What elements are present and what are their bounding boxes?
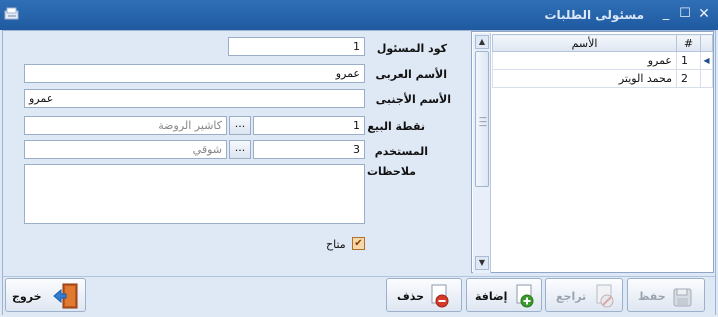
window-title: مسئولى الطلبات	[544, 8, 644, 22]
row-indicator-header	[700, 34, 713, 52]
undo-button[interactable]: تراجع	[545, 278, 623, 312]
row-indicator	[700, 69, 713, 88]
row-number: 2	[676, 69, 701, 88]
add-label: إضافة	[475, 290, 508, 303]
user-code-field[interactable]: 3	[253, 140, 365, 159]
code-field[interactable]: 1	[228, 37, 365, 56]
notes-label: ملاحظات	[367, 165, 416, 178]
foreign-name-label: الأسم الأجنبى	[375, 93, 451, 106]
foreign-name-field[interactable]: عمرو	[24, 89, 365, 108]
pos-label: نقطة البيع	[367, 120, 425, 133]
arabic-name-label: الأسم العربى	[375, 68, 447, 81]
column-header-name[interactable]: الأسم	[492, 34, 677, 52]
available-label: متاح	[326, 238, 346, 251]
delete-label: حذف	[397, 290, 425, 303]
save-label: حفظ	[638, 290, 666, 303]
minimize-button[interactable]: _	[659, 7, 673, 21]
scroll-up-icon[interactable]: ▲	[475, 35, 489, 49]
delete-button[interactable]: حذف	[386, 278, 462, 312]
column-header-number[interactable]: #	[676, 34, 701, 52]
row-selected-icon: ◀	[700, 51, 713, 70]
pos-name-field: كاشير الروضة	[24, 116, 227, 135]
add-button[interactable]: إضافة	[466, 278, 542, 312]
grid-scrollbar[interactable]: ▲ — — — ▼	[473, 33, 491, 273]
close-button[interactable]: ✕	[697, 7, 711, 21]
table-row[interactable]: ◀ 1 عمرو	[492, 51, 713, 70]
scroll-thumb[interactable]: — — —	[475, 51, 489, 187]
undo-label: تراجع	[556, 290, 587, 303]
row-name: عمرو	[492, 51, 677, 70]
code-label: كود المسئول	[376, 42, 447, 55]
exit-label: خروج	[12, 290, 42, 303]
user-label: المستخدم	[374, 145, 428, 158]
save-button[interactable]: حفظ	[627, 278, 705, 312]
table-row[interactable]: 2 محمد الويتر	[492, 69, 713, 88]
arabic-name-field[interactable]: عمرو	[24, 64, 365, 83]
user-browse-button[interactable]: ...	[229, 140, 251, 159]
records-table: # الأسم ◀ 1 عمرو 2 محمد الويتر	[492, 34, 713, 88]
app-icon	[4, 7, 19, 20]
maximize-button[interactable]: ☐	[678, 7, 692, 21]
delete-icon	[431, 284, 449, 308]
save-icon	[673, 288, 692, 307]
pos-code-field[interactable]: 1	[253, 116, 365, 135]
exit-door-icon	[53, 283, 78, 309]
pos-browse-button[interactable]: ...	[229, 116, 251, 135]
available-checkbox[interactable]: ✔	[352, 237, 365, 250]
records-grid[interactable]: ▲ — — — ▼ # الأسم ◀ 1 عمرو 2 محمد الويتر	[471, 31, 714, 273]
user-name-field: شوقي	[24, 140, 227, 159]
scroll-down-icon[interactable]: ▼	[475, 256, 489, 270]
row-number: 1	[676, 51, 701, 70]
undo-icon	[596, 284, 614, 308]
add-icon	[516, 284, 534, 308]
title-bar: مسئولى الطلبات _ ☐ ✕	[0, 0, 718, 30]
exit-button[interactable]: خروج	[5, 278, 86, 312]
row-name: محمد الويتر	[492, 69, 677, 88]
notes-textarea[interactable]	[24, 164, 365, 224]
